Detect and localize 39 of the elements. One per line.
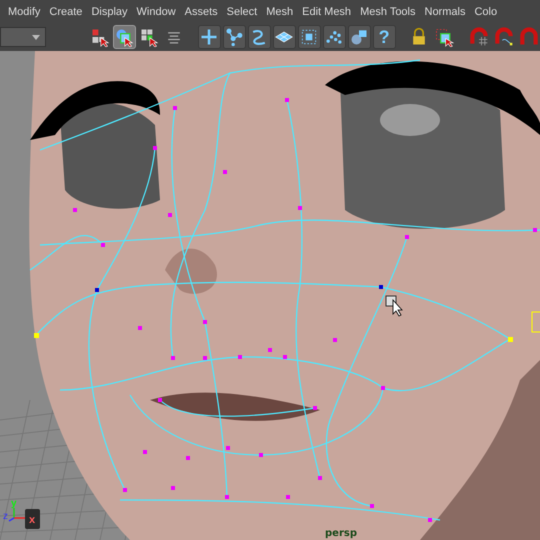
magnet-icon (518, 27, 539, 47)
magnet-curve-icon (494, 27, 514, 47)
toolbar-button[interactable] (298, 25, 321, 49)
toolbar-button[interactable] (348, 25, 371, 49)
dropdown-field[interactable] (0, 27, 46, 47)
menu-item[interactable]: Colo (474, 6, 498, 18)
menu-item[interactable]: Modify (8, 6, 40, 18)
marquee-select-icon (434, 27, 454, 47)
plus-icon (199, 27, 220, 47)
menu-item[interactable]: Select (226, 6, 258, 18)
camera-label: persp (325, 528, 357, 539)
help-button[interactable]: ? (372, 25, 396, 49)
axis-label: z (3, 511, 8, 522)
toolbar-button[interactable] (222, 25, 246, 49)
manipulator-handle[interactable] (532, 312, 540, 332)
component-select-icon (139, 27, 160, 47)
toolbar-button[interactable] (198, 25, 221, 49)
menu-item[interactable]: Mesh Tools (360, 6, 416, 18)
caret-icon (31, 32, 42, 42)
axis-label: x (29, 514, 36, 526)
toolbar-button[interactable] (322, 25, 346, 49)
vertex-icon (224, 27, 244, 47)
menu-item[interactable]: Mesh (266, 6, 294, 18)
hierarchy-select-icon (90, 27, 110, 47)
axis-label: y (11, 498, 17, 509)
toolbar-button[interactable] (272, 25, 296, 49)
menu-item[interactable]: Assets (184, 6, 218, 18)
label-background (25, 509, 40, 529)
cursor-icon (386, 296, 403, 317)
menu-item[interactable]: Normals (424, 6, 466, 18)
axis-icon (8, 508, 26, 522)
menu-item[interactable]: Edit Mesh (302, 6, 352, 18)
menu-item[interactable]: Create (49, 6, 82, 18)
menu-item[interactable]: Window (136, 6, 176, 18)
menu-item[interactable]: Display (91, 6, 128, 18)
toolbar-button[interactable] (248, 25, 271, 49)
toolbar-button[interactable] (112, 25, 136, 49)
object-select-icon (114, 27, 134, 47)
magnet-grid-icon (468, 27, 489, 47)
